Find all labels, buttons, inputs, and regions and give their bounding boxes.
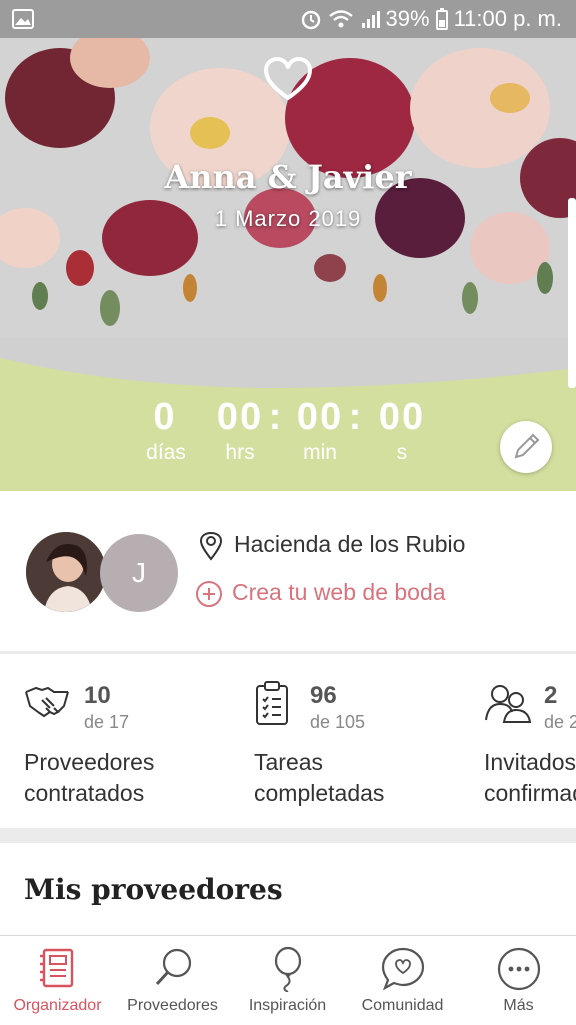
search-icon xyxy=(155,948,191,986)
pencil-icon xyxy=(514,433,540,459)
countdown-days: 0 xyxy=(153,396,177,438)
nav-comunidad[interactable]: Comunidad xyxy=(345,936,460,1025)
guests-icon xyxy=(484,682,532,729)
status-right: 39% 11:00 p. m. xyxy=(300,6,562,32)
create-wedding-web-link[interactable]: Crea tu web de boda xyxy=(232,579,446,606)
profile-photo xyxy=(26,532,106,612)
stat-suppliers-label-line2: contratados xyxy=(24,780,145,806)
wifi-icon xyxy=(328,9,354,29)
clipboard-icon xyxy=(254,680,290,731)
nav-inspiracion[interactable]: Inspiración xyxy=(230,936,345,1025)
stat-suppliers-total: de 17 xyxy=(84,712,130,732)
countdown-hours-label: hrs xyxy=(225,441,255,464)
countdown-days-label: días xyxy=(146,441,186,464)
stat-guests[interactable]: 2 de 2 Invitados confirmados xyxy=(460,654,576,828)
handshake-icon xyxy=(24,682,70,727)
wedding-date: 1 Marzo 2019 xyxy=(214,206,362,231)
wedding-info-card: J Hacienda de los Rubio Crea tu web de b… xyxy=(0,491,576,651)
stat-tasks-count: 96 xyxy=(310,682,337,709)
nav-label: Comunidad xyxy=(361,997,444,1014)
stat-tasks-total: de 105 xyxy=(310,712,366,732)
nav-label: Proveedores xyxy=(127,997,218,1014)
bottom-navigation: Organizador Proveedores Inspiración Comu… xyxy=(0,935,576,1025)
stat-tasks[interactable]: 96 de 105 Tareas completadas xyxy=(230,654,460,828)
countdown-minutes: 00 xyxy=(296,396,344,438)
stat-guests-label-line2: confirmados xyxy=(484,780,576,806)
nav-mas[interactable]: Más xyxy=(461,936,576,1025)
balloon-icon xyxy=(274,946,301,993)
stat-tasks-label-line2: completadas xyxy=(254,780,385,806)
heart-logo-icon xyxy=(264,57,312,100)
battery-icon xyxy=(435,8,448,30)
stat-suppliers-count: 10 xyxy=(84,682,111,709)
nav-organizador[interactable]: Organizador xyxy=(0,936,115,1025)
signal-icon xyxy=(360,9,380,29)
countdown-seconds-label: s xyxy=(396,441,408,464)
more-icon xyxy=(497,947,540,991)
add-circle-icon xyxy=(195,580,223,613)
countdown-seconds: 00 xyxy=(378,396,426,438)
countdown-hours: 00 xyxy=(216,396,264,438)
couple-names: Anna & Javier xyxy=(164,158,412,196)
nav-proveedores[interactable]: Proveedores xyxy=(115,936,230,1025)
nav-label: Organizador xyxy=(13,997,102,1014)
section-title: Mis proveedores xyxy=(24,873,283,906)
stat-tasks-label-line1: Tareas xyxy=(254,749,324,775)
stat-guests-count: 2 xyxy=(544,682,558,709)
chat-heart-icon xyxy=(381,947,424,991)
edit-wedding-button[interactable] xyxy=(500,421,552,473)
stat-guests-label-line1: Invitados xyxy=(484,749,576,775)
nav-label: Más xyxy=(503,997,534,1014)
countdown-minutes-label: min xyxy=(303,441,337,464)
alarm-icon xyxy=(300,8,322,30)
status-bar: 39% 11:00 p. m. xyxy=(0,0,576,38)
partner-avatar[interactable]: J xyxy=(100,534,178,612)
my-suppliers-section: Mis proveedores xyxy=(0,843,576,935)
countdown-separator: : xyxy=(268,396,284,438)
stat-guests-total: de 2 xyxy=(544,712,576,732)
venue-name: Hacienda de los Rubio xyxy=(234,531,466,557)
stat-suppliers[interactable]: 10 de 17 Proveedores contratados xyxy=(0,654,230,828)
stat-suppliers-label-line1: Proveedores xyxy=(24,749,155,775)
nav-label: Inspiración xyxy=(248,997,327,1014)
clock-time: 11:00 p. m. xyxy=(453,6,562,31)
location-pin-icon xyxy=(198,531,224,566)
gallery-icon xyxy=(12,9,34,29)
stats-row: 10 de 17 Proveedores contratados 96 de 1… xyxy=(0,654,576,828)
scroll-indicator xyxy=(568,198,576,388)
notebook-icon xyxy=(39,948,73,988)
countdown: 0 00 : 00 : 00 días hrs min s xyxy=(140,396,440,476)
avatar[interactable] xyxy=(26,532,106,612)
battery-percent: 39% xyxy=(385,6,430,31)
countdown-separator: : xyxy=(348,396,364,438)
wedding-hero: Anna & Javier 1 Marzo 2019 0 00 : 00 : 0… xyxy=(0,38,576,491)
